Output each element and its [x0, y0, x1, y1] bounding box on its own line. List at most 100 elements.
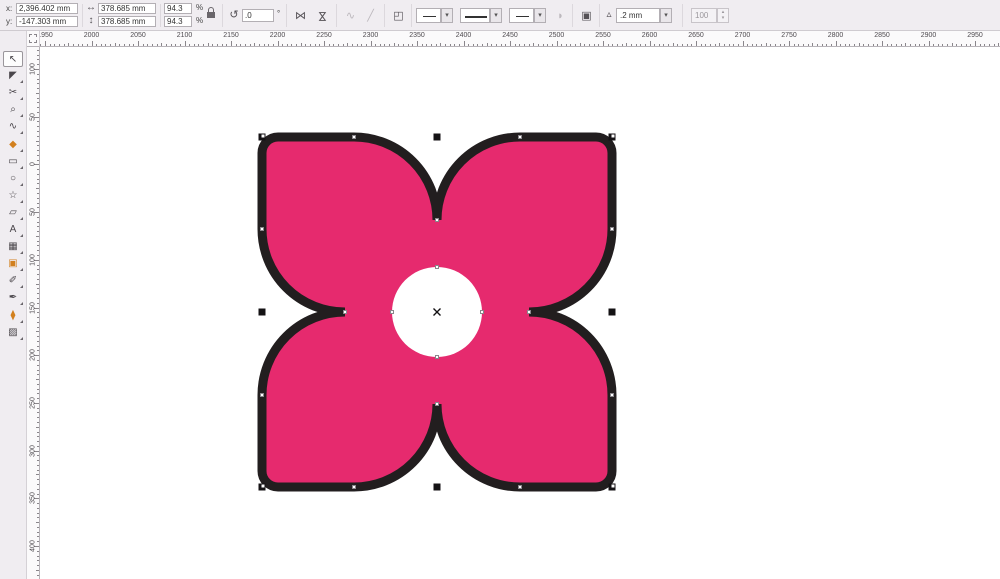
h-ruler-label: 2000 [83, 32, 100, 39]
blend-tool-icon: ▣ [8, 258, 18, 270]
ruler-tick [389, 44, 391, 46]
ruler-tick [300, 43, 302, 46]
ruler-tick [658, 44, 660, 46]
ruler-tick [663, 44, 665, 46]
shape-tool[interactable]: ◤ [3, 68, 23, 84]
ruler-tick [37, 131, 39, 132]
selection-handle-mid[interactable] [433, 483, 441, 491]
ruler-tick [365, 44, 367, 46]
basic-shapes-tool[interactable]: ▱ [3, 205, 23, 221]
ruler-tick [36, 522, 39, 524]
curve-node[interactable] [352, 485, 356, 489]
h-ruler-label: 1950 [40, 32, 53, 39]
curve-node[interactable] [610, 393, 614, 397]
curve-node[interactable] [260, 393, 264, 397]
flyout-indicator [20, 268, 23, 272]
curve-node[interactable] [435, 355, 439, 359]
curve-node[interactable] [390, 310, 394, 314]
ruler-tick [114, 43, 116, 46]
ruler-tick [37, 269, 39, 271]
smart-fill-tool[interactable]: ◆ [3, 137, 23, 153]
ruler-tick [649, 41, 651, 46]
text-tool[interactable]: A [3, 222, 23, 238]
curve-node[interactable] [527, 310, 531, 314]
curve-node[interactable] [352, 135, 356, 139]
ruler-tick [37, 73, 39, 75]
horizontal-ruler[interactable]: 1950 2000 2050 2100 2150 2200 2250 2300 2350 2400… [40, 31, 1000, 47]
handle-dot [611, 484, 615, 488]
ruler-tick [314, 44, 316, 46]
ruler-tick [36, 140, 39, 142]
scale-h-field[interactable]: 94.3 [164, 3, 192, 14]
ruler-tick [672, 43, 674, 46]
text-wrap-button[interactable]: ▣ [577, 6, 596, 25]
ruler-tick [286, 44, 288, 46]
fill-tool[interactable]: ⧫ [3, 308, 23, 324]
pick-tool[interactable]: ↖ [3, 51, 23, 67]
zoom-tool[interactable]: ⌕ [3, 102, 23, 118]
ruler-tick [375, 44, 377, 46]
ruler-tick [37, 178, 39, 180]
selection-handle-mid[interactable] [258, 308, 266, 316]
ruler-tick [342, 44, 344, 46]
blend-tool[interactable]: ▣ [3, 256, 23, 272]
freehand-tool[interactable]: ∿ [3, 119, 23, 135]
selection-handle-corner[interactable] [258, 483, 266, 491]
ruler-tick [728, 44, 730, 46]
h-ruler-label: 2550 [595, 32, 611, 39]
close-curve-icon: ◗ [557, 10, 564, 22]
ruler-tick [36, 283, 39, 285]
ruler-tick [258, 44, 260, 46]
ruler-tick [37, 417, 39, 419]
ruler-tick [979, 44, 981, 46]
ruler-tick [37, 221, 39, 223]
eyedropper-tool[interactable]: ✐ [3, 273, 23, 289]
h-ruler-label: 2150 [223, 32, 239, 39]
rectangle-tool[interactable]: ▭ [3, 154, 23, 170]
y-position-field[interactable]: -147.303 mm [16, 16, 78, 27]
curve-node[interactable] [480, 310, 484, 314]
object-width-field[interactable]: 378.685 mm [98, 3, 156, 14]
interactive-fill-tool[interactable]: ▨ [3, 325, 23, 341]
mirror-vertical-button[interactable]: ⋈ [312, 6, 331, 25]
curve-node[interactable] [518, 485, 522, 489]
x-position-field[interactable]: 2,396.402 mm [16, 3, 78, 14]
curve-node[interactable] [260, 227, 264, 231]
curve-node[interactable] [435, 265, 439, 269]
rotation-angle-field[interactable]: .0 [242, 9, 274, 22]
flyout-indicator [20, 131, 23, 135]
selection-handle-corner[interactable] [608, 483, 616, 491]
node-line-icon: ╱ [367, 10, 374, 22]
curve-node[interactable] [343, 310, 347, 314]
curve-node[interactable] [435, 218, 439, 222]
ruler-tick [909, 44, 911, 46]
crop-tool[interactable]: ✂ [3, 85, 23, 101]
ruler-tick [579, 43, 581, 46]
curve-node[interactable] [518, 135, 522, 139]
curve-node[interactable] [610, 227, 614, 231]
curve-node[interactable] [435, 402, 439, 406]
selection-handle-corner[interactable] [608, 133, 616, 141]
selection-handle-mid[interactable] [433, 133, 441, 141]
vertical-ruler[interactable]: 100 50 0 50 100 150 200 250 300 350 400 [27, 47, 40, 579]
scale-v-field[interactable]: 94.3 [164, 16, 192, 27]
ruler-tick [37, 336, 39, 338]
mirror-horizontal-button[interactable]: ⋈ [291, 6, 310, 25]
selection-handle-corner[interactable] [258, 133, 266, 141]
free-scale-button[interactable]: ◰ [389, 6, 408, 25]
object-height-field[interactable]: 378.685 mm [98, 16, 156, 27]
ruler-tick [310, 44, 312, 46]
polygon-tool[interactable]: ☆ [3, 188, 23, 204]
flyout-indicator [20, 80, 23, 84]
ruler-tick [379, 44, 381, 46]
h-ruler-label: 2800 [827, 32, 844, 39]
ruler-tick [37, 526, 39, 528]
ruler-tick [37, 83, 39, 85]
ruler-tick [942, 44, 944, 46]
outline-pen-tool[interactable]: ✒ [3, 290, 23, 306]
selection-handle-mid[interactable] [608, 308, 616, 316]
ellipse-tool[interactable]: ○ [3, 171, 23, 187]
ruler-tick [775, 44, 777, 46]
table-tool[interactable]: ▦ [3, 239, 23, 255]
ruler-origin-box[interactable] [27, 31, 40, 47]
